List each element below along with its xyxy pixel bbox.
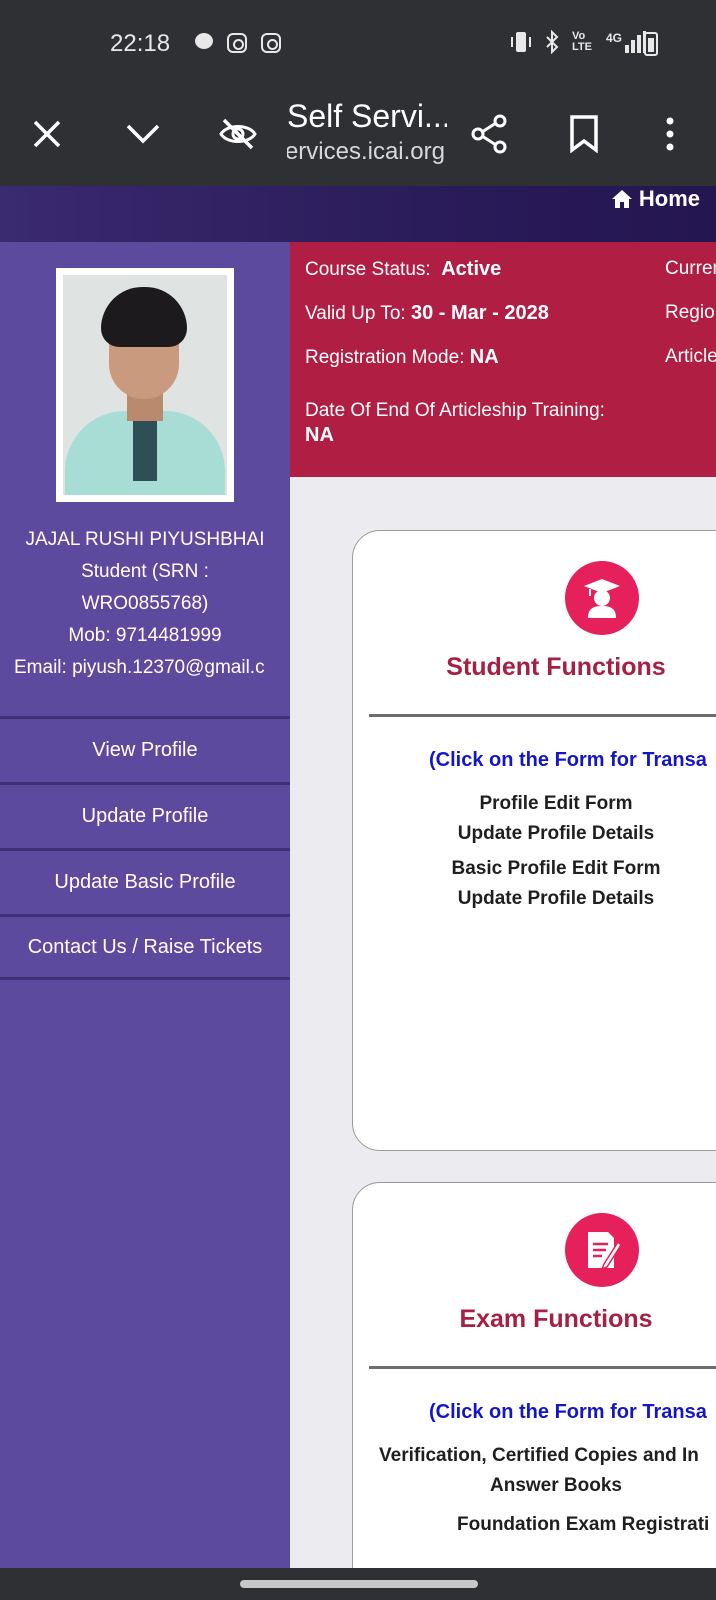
instagram-icon (261, 33, 281, 53)
profile-name: JAJAL RUSHI PIYUSHBHAI (25, 529, 265, 550)
banner-right-col-2: Regio (665, 302, 715, 323)
course-status-banner: Course Status: Active Valid Up To: 30 - … (290, 242, 716, 477)
banner-right-col-1: Curren (665, 258, 716, 279)
exam-functions-card: Exam Functions (Click on the Form for Tr… (352, 1182, 716, 1568)
volte-label: Vo LTE (571, 30, 592, 53)
banner-right-col-3: Article (665, 346, 716, 367)
bluetooth-icon (546, 30, 559, 54)
graduate-icon (565, 561, 639, 635)
profile-email: Email: piyush.12370@gmail.c (14, 657, 265, 678)
chat-icon (195, 33, 213, 49)
sidebar-item-update-profile[interactable]: Update Profile (0, 782, 290, 848)
profile-edit-form-link[interactable]: Profile Edit Form Update Profile Details (361, 789, 716, 849)
student-functions-title: Student Functions (446, 653, 666, 681)
basic-profile-edit-form-link[interactable]: Basic Profile Edit Form Update Profile D… (361, 854, 716, 914)
profile-photo (56, 268, 234, 502)
exam-click-note: (Click on the Form for Transa (429, 1401, 707, 1423)
chevron-down-icon[interactable] (119, 110, 167, 158)
sidebar-item-update-basic-profile[interactable]: Update Basic Profile (0, 848, 290, 914)
sidebar: JAJAL RUSHI PIYUSHBHAI Student (SRN : WR… (0, 242, 290, 1568)
sidebar-item-view-profile[interactable]: View Profile (0, 716, 290, 782)
more-options-icon[interactable] (646, 110, 694, 158)
network-type: 4G (606, 31, 646, 53)
instagram-icon (227, 33, 247, 53)
notification-icons (195, 33, 281, 53)
home-link[interactable]: Home (611, 186, 700, 212)
vibrate-icon (510, 32, 531, 52)
page-title[interactable]: Self Servi... (287, 98, 447, 135)
home-icon (611, 190, 632, 208)
bookmark-icon[interactable] (560, 110, 608, 158)
profile-student-line1: Student (SRN : (81, 561, 209, 582)
signal-icon (625, 31, 646, 53)
end-training-value: NA (305, 424, 334, 446)
system-icons: Vo LTE 4G (510, 30, 646, 54)
gesture-nav-bar (0, 1568, 716, 1600)
profile-student-line2: WRO0855768) (81, 593, 209, 614)
exam-form-icon (565, 1213, 639, 1287)
share-icon[interactable] (465, 110, 513, 158)
status-bar: 22:18 Vo LTE 4G (0, 0, 716, 88)
visibility-off-icon[interactable] (214, 110, 262, 158)
profile-mobile: Mob: 9714481999 (68, 625, 222, 646)
site-nav: Home (0, 186, 716, 242)
main-content: Student Functions (Click on the Form for… (290, 477, 716, 1568)
page-url[interactable]: ervices.icai.org (287, 138, 445, 166)
battery-icon (644, 32, 658, 56)
valid-up-to: Valid Up To: 30 - Mar - 2028 (305, 302, 549, 324)
screen: 22:18 Vo LTE 4G Self Servi... ervices.ic… (0, 0, 716, 1600)
foundation-exam-registration-link[interactable]: Foundation Exam Registrati (361, 1510, 716, 1540)
home-gesture-handle[interactable] (240, 1580, 478, 1588)
course-status: Course Status: Active (305, 258, 502, 280)
verification-certified-copies-link[interactable]: Verification, Certified Copies and In An… (361, 1441, 716, 1501)
student-click-note: (Click on the Form for Transa (429, 749, 707, 771)
sidebar-menu: View Profile Update Profile Update Basic… (0, 716, 290, 980)
sidebar-item-contact-us[interactable]: Contact Us / Raise Tickets (0, 914, 290, 980)
divider (369, 714, 716, 717)
student-functions-card: Student Functions (Click on the Form for… (352, 530, 716, 1151)
browser-toolbar: Self Servi... ervices.icai.org (0, 88, 716, 186)
close-icon[interactable] (23, 110, 71, 158)
status-time: 22:18 (110, 30, 171, 57)
profile-info: JAJAL RUSHI PIYUSHBHAI Student (SRN : WR… (0, 524, 290, 684)
divider (369, 1366, 716, 1369)
end-training-label: Date Of End Of Articleship Training: (305, 400, 605, 421)
registration-mode: Registration Mode: NA (305, 346, 499, 368)
exam-functions-title: Exam Functions (459, 1305, 653, 1333)
